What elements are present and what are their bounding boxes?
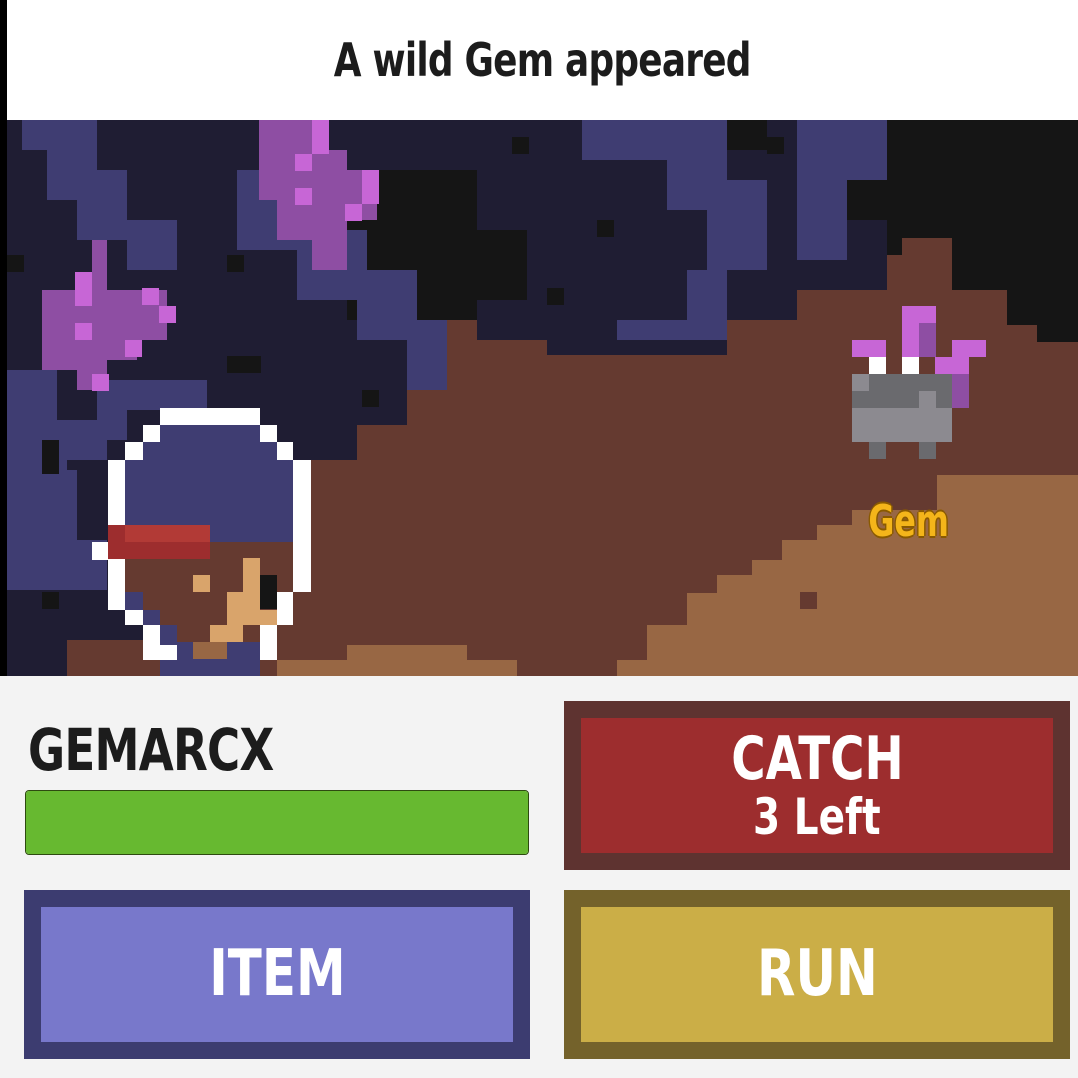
catch-remaining-count: 3 Left	[753, 787, 881, 846]
player-name-label: GEMARCX	[28, 716, 274, 784]
player-hp-bar	[25, 790, 529, 855]
item-button[interactable]: ITEM	[24, 890, 530, 1059]
left-edge-strip	[0, 0, 7, 676]
battle-controls-panel: GEMARCX CATCH 3 Left ITEM RUN	[0, 676, 1078, 1078]
battle-scene: Gem	[7, 120, 1078, 676]
run-button[interactable]: RUN	[564, 890, 1070, 1059]
player-hp-fill	[26, 791, 528, 854]
encounter-message: A wild Gem appeared	[334, 33, 752, 87]
battle-header: A wild Gem appeared	[7, 0, 1078, 120]
run-button-label: RUN	[756, 936, 878, 1011]
enemy-name-label: Gem	[868, 496, 949, 547]
catch-button-label: CATCH	[730, 723, 904, 794]
catch-button[interactable]: CATCH 3 Left	[564, 701, 1070, 870]
item-button-label: ITEM	[208, 936, 346, 1011]
cave-background	[7, 120, 1078, 676]
